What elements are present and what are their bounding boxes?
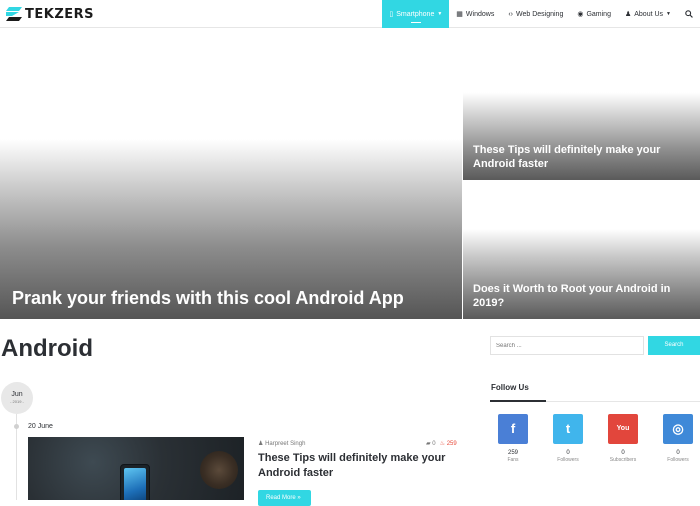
nav-item-label: Web Designing (516, 10, 564, 18)
facebook-icon: f (498, 414, 528, 444)
fire-icon: ♨ (439, 441, 446, 447)
timeline-year: - 2019 - (10, 399, 24, 404)
nav-item-smartphone[interactable]: ▯ Smartphone ▼ (382, 0, 450, 28)
phone-image (120, 464, 150, 500)
site-name: TEKZERS (25, 6, 95, 22)
mobile-icon: ▯ (389, 11, 394, 18)
youtube-icon: You (608, 414, 638, 444)
nav-item-windows[interactable]: ▦ Windows (449, 0, 501, 28)
read-more-button[interactable]: Read More » (258, 490, 311, 506)
users-icon: ♟ (624, 11, 632, 18)
instagram-icon: ◎ (663, 414, 693, 444)
post-date: 20 June (28, 423, 53, 430)
social-count: 0 (676, 450, 680, 456)
featured-side-post-2[interactable]: Does it Worth to Root your Android in 20… (463, 181, 700, 319)
featured-side-title-1[interactable]: These Tips will definitely make your And… (473, 143, 688, 171)
code-icon: ‹› (508, 10, 513, 18)
search-toggle[interactable] (678, 0, 700, 28)
comment-count: 0 (432, 441, 436, 447)
social-count: 0 (621, 450, 625, 456)
search-input[interactable] (490, 336, 644, 355)
user-icon: ♟ (258, 441, 264, 447)
site-logo[interactable]: TEKZERS (6, 5, 94, 23)
twitter-icon: t (553, 414, 583, 444)
social-count: 0 (566, 450, 570, 456)
page-title: Android (1, 335, 93, 362)
post-author-name: Harpreet Singh (265, 441, 306, 447)
social-label: Fans (507, 457, 519, 463)
nav-item-label: Smartphone (396, 10, 435, 18)
nav-item-label: Windows (465, 10, 495, 18)
view-count: 259 (446, 441, 457, 447)
search-button[interactable]: Search (648, 336, 700, 355)
timeline-month: Jun (11, 391, 23, 398)
social-label: Followers (557, 457, 579, 463)
social-count: 259 (507, 450, 518, 456)
follow-title-underline (490, 400, 546, 402)
top-navigation-bar: TEKZERS ▯ Smartphone ▼ ▦ Windows ‹› Web … (0, 0, 700, 28)
post-title[interactable]: These Tips will definitely make your And… (258, 451, 463, 481)
social-facebook[interactable]: f 259 Fans (498, 414, 528, 463)
featured-main-title[interactable]: Prank your friends with this cool Androi… (12, 288, 404, 309)
search-icon (685, 10, 693, 18)
nav-item-about-us[interactable]: ♟ About Us ▼ (618, 0, 678, 28)
nav-item-web-designing[interactable]: ‹› Web Designing (501, 0, 570, 28)
post-views: ♨ 259 (440, 440, 457, 447)
chevron-down-icon: ▼ (437, 11, 443, 17)
coffee-image (200, 451, 238, 489)
social-instagram[interactable]: ◎ 0 Followers (663, 414, 693, 463)
post-stats: ▰ 0 ♨ 259 (426, 440, 457, 447)
featured-side-title-2[interactable]: Does it Worth to Root your Android in 20… (473, 282, 688, 310)
nav-item-label: Gaming (586, 10, 611, 18)
timeline-date-bubble: Jun - 2019 - (1, 382, 33, 414)
gamepad-icon: ◉ (577, 11, 584, 18)
windows-icon: ▦ (456, 11, 463, 18)
social-twitter[interactable]: t 0 Followers (553, 414, 583, 463)
main-menu: ▯ Smartphone ▼ ▦ Windows ‹› Web Designin… (382, 0, 700, 28)
social-label: Followers (667, 457, 689, 463)
follow-us-title: Follow Us (491, 383, 529, 392)
post-thumbnail[interactable] (28, 437, 244, 500)
logo-mark-icon (6, 7, 22, 21)
social-label: Subscribers (609, 457, 637, 463)
timeline-dot (14, 424, 19, 429)
nav-item-label: About Us (634, 10, 664, 18)
post-comments[interactable]: ▰ 0 (426, 440, 436, 447)
chevron-down-icon: ▼ (666, 11, 671, 17)
nav-item-gaming[interactable]: ◉ Gaming (570, 0, 618, 28)
featured-main-post[interactable]: Prank your friends with this cool Androi… (0, 29, 462, 319)
post-author[interactable]: ♟ Harpreet Singh (258, 440, 305, 447)
social-youtube[interactable]: You 0 Subscribers (608, 414, 638, 463)
comment-icon: ▰ (426, 441, 431, 447)
featured-side-post-1[interactable]: These Tips will definitely make your And… (463, 29, 700, 180)
